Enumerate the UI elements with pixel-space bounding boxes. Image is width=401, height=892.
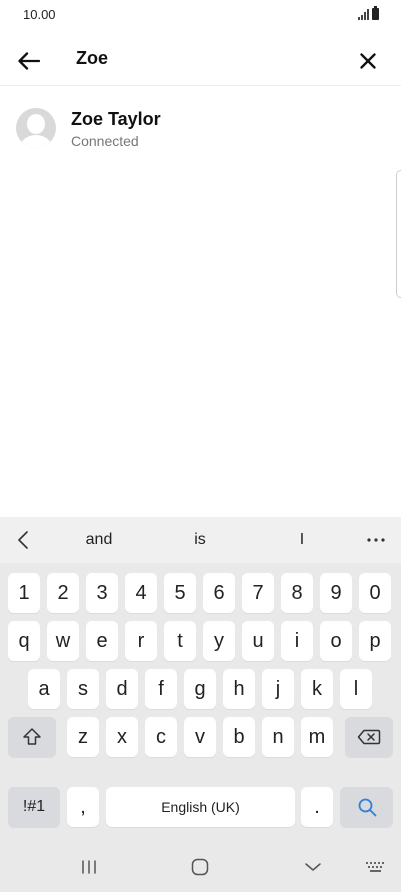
back-nav-button[interactable] (298, 851, 328, 883)
key-2[interactable]: 2 (47, 573, 79, 613)
key-y[interactable]: y (203, 621, 235, 661)
key-q[interactable]: q (8, 621, 40, 661)
back-button[interactable] (14, 46, 44, 76)
space-key[interactable]: English (UK) (106, 787, 295, 827)
navigation-bar (0, 843, 401, 892)
key-s[interactable]: s (67, 669, 99, 709)
key-v[interactable]: v (184, 717, 216, 757)
search-key[interactable] (340, 787, 393, 827)
key-i[interactable]: i (281, 621, 313, 661)
key-m[interactable]: m (301, 717, 333, 757)
home-button[interactable] (185, 851, 215, 883)
key-9[interactable]: 9 (320, 573, 352, 613)
comma-key[interactable]: , (67, 787, 99, 827)
contact-name: Zoe Taylor (71, 109, 161, 129)
symbols-key[interactable]: !#1 (8, 787, 60, 827)
recent-apps-button[interactable] (74, 851, 104, 883)
suggestion-back-button[interactable] (6, 517, 40, 563)
suggestion-item[interactable]: is (160, 517, 240, 563)
key-6[interactable]: 6 (203, 573, 235, 613)
key-k[interactable]: k (301, 669, 333, 709)
suggestion-bar: and is I (0, 517, 401, 563)
battery-icon (372, 6, 379, 20)
status-time: 10.00 (23, 7, 56, 22)
key-4[interactable]: 4 (125, 573, 157, 613)
shift-arrow-icon (23, 728, 41, 745)
key-e[interactable]: e (86, 621, 118, 661)
key-r[interactable]: r (125, 621, 157, 661)
key-t[interactable]: t (164, 621, 196, 661)
key-o[interactable]: o (320, 621, 352, 661)
more-options-button[interactable] (358, 517, 394, 563)
avatar-head (27, 114, 45, 134)
key-3[interactable]: 3 (86, 573, 118, 613)
backspace-icon (357, 729, 381, 745)
key-b[interactable]: b (223, 717, 255, 757)
home-icon (191, 858, 209, 876)
key-h[interactable]: h (223, 669, 255, 709)
key-c[interactable]: c (145, 717, 177, 757)
keyboard: and is I 1 2 3 4 5 6 7 8 9 0 q w e r t y… (0, 517, 401, 892)
arrow-left-icon (18, 52, 40, 70)
signal-icon (358, 9, 369, 20)
shift-key[interactable] (8, 717, 56, 757)
search-input[interactable] (76, 48, 336, 69)
key-5[interactable]: 5 (164, 573, 196, 613)
key-f[interactable]: f (145, 669, 177, 709)
key-n[interactable]: n (262, 717, 294, 757)
key-z[interactable]: z (67, 717, 99, 757)
key-g[interactable]: g (184, 669, 216, 709)
key-area: 1 2 3 4 5 6 7 8 9 0 q w e r t y u i o p … (0, 563, 401, 843)
more-dots-icon (367, 538, 385, 542)
avatar (16, 108, 56, 148)
contact-result-row[interactable]: Zoe Taylor Connected (0, 98, 401, 158)
period-key[interactable]: . (301, 787, 333, 827)
avatar-body (20, 135, 52, 148)
key-u[interactable]: u (242, 621, 274, 661)
key-d[interactable]: d (106, 669, 138, 709)
contact-status: Connected (71, 133, 139, 149)
key-1[interactable]: 1 (8, 573, 40, 613)
key-8[interactable]: 8 (281, 573, 313, 613)
clear-search-button[interactable] (353, 46, 383, 76)
search-header (0, 36, 401, 86)
key-a[interactable]: a (28, 669, 60, 709)
keyboard-switch-button[interactable] (362, 851, 390, 883)
chevron-left-icon (18, 531, 28, 549)
suggestion-item[interactable]: and (59, 517, 139, 563)
recent-apps-icon (82, 860, 96, 874)
key-0[interactable]: 0 (359, 573, 391, 613)
key-x[interactable]: x (106, 717, 138, 757)
scroll-handle[interactable] (396, 170, 401, 298)
status-icons (358, 6, 379, 20)
close-icon (360, 53, 376, 69)
backspace-key[interactable] (345, 717, 393, 757)
suggestion-item[interactable]: I (262, 517, 342, 563)
key-l[interactable]: l (340, 669, 372, 709)
key-j[interactable]: j (262, 669, 294, 709)
search-icon (358, 798, 376, 817)
chevron-down-icon (305, 863, 321, 871)
status-bar: 10.00 (0, 0, 401, 30)
key-p[interactable]: p (359, 621, 391, 661)
key-7[interactable]: 7 (242, 573, 274, 613)
keyboard-icon (366, 862, 384, 872)
key-w[interactable]: w (47, 621, 79, 661)
